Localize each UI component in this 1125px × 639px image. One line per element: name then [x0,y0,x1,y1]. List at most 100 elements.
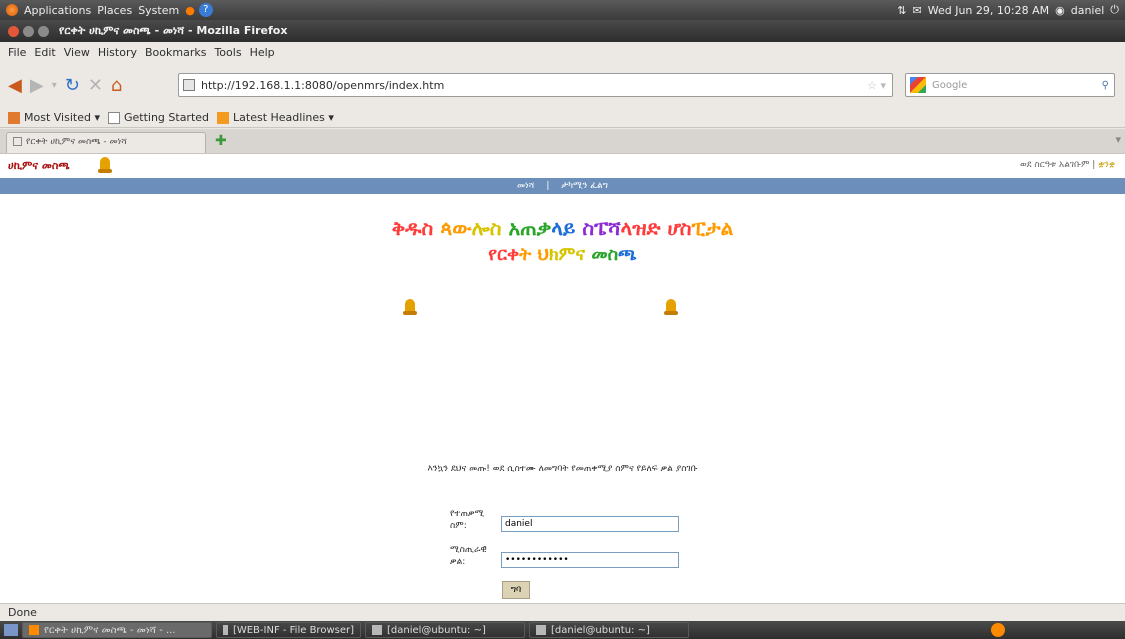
menu-applications[interactable]: Applications [24,4,91,17]
user-info: ወደ ስርዓቱ አልገቡም | ቋንቋ [1020,160,1115,170]
bookmark-most-visited[interactable]: Most Visited ▾ [8,111,100,124]
firefox-menubar: File Edit View History Bookmarks Tools H… [0,42,1125,62]
tab-strip: የርቀት ሀኪምና መስጫ - መነሻ ✚ ▾ [0,129,1125,153]
nav-separator: | [546,181,550,191]
login-button[interactable]: ግባ [502,581,530,599]
status-bar: Done [0,603,1125,621]
search-input[interactable]: Google ⚲ [905,73,1115,97]
back-arrow-icon[interactable]: ◀ [8,75,22,96]
forward-arrow-icon[interactable]: ▶ [30,75,44,96]
hero-glyph: ጫ [618,244,637,265]
new-tab-plus-icon[interactable]: ✚ [215,133,227,149]
status-text: Done [8,606,37,619]
taskbar-file-browser[interactable]: [WEB-INF - File Browser] [216,622,361,638]
hero-glyph: ና [575,244,586,265]
hero-glyph: ፒ [691,216,706,240]
gnome-top-panel: Applications Places System ● ? ⇅ ✉ Wed J… [0,0,1125,20]
tab-openmrs[interactable]: የርቀት ሀኪምና መስጫ - መነሻ [6,132,206,153]
terminal-task-icon [536,625,546,635]
language-link[interactable]: ቋንቋ [1098,160,1115,170]
bottom-taskbar: የርቀት ሀኪምና መስጫ - መነሻ - ... [WEB-INF - Fil… [0,621,1125,639]
taskbar-terminal-1[interactable]: [daniel@ubuntu: ~] [365,622,525,638]
menu-system[interactable]: System [138,4,179,17]
bookmark-label: Getting Started [123,111,210,124]
app-navbar: መነሻ | ታካሚን ፈልግ [0,178,1125,194]
tab-list-scroll-icon[interactable]: ▾ [1115,133,1121,146]
firefox-task-icon [29,625,39,635]
gnome-foot-icon[interactable] [6,4,18,16]
google-icon[interactable] [910,77,926,93]
hero-glyph: ቀ [507,244,520,265]
history-dropdown-icon[interactable]: ▾ [52,80,57,91]
url-bar[interactable]: http://192.168.1.1:8080/openmrs/index.ht… [178,73,893,97]
menu-view[interactable]: View [64,46,90,59]
system-name: የርቀት ህክምና መስጫ [0,244,1125,265]
hero-glyph: ም [558,244,576,265]
hero-glyph: ስ [582,216,595,240]
minimize-window-button[interactable] [23,25,34,37]
hero-glyph: ቅ [391,216,406,240]
help-icon[interactable]: ? [198,3,213,17]
password-field[interactable] [501,552,679,568]
hero-glyph: የ [488,244,498,265]
url-text[interactable]: http://192.168.1.1:8080/openmrs/index.ht… [201,79,444,92]
firefox-launcher-icon[interactable]: ● [185,4,195,17]
home-icon[interactable]: ⌂ [111,75,122,96]
firefox-tray-icon[interactable] [991,623,1005,637]
hero-title: ቅዱስ ጳውሎስ አጠቃላይ ስፔሻላዝድ ሆስፒታል የርቀት ህክምና መስ… [0,216,1125,265]
menu-places[interactable]: Places [97,4,132,17]
openmrs-bell-logo-icon [98,157,112,175]
power-icon[interactable]: ⏻ [1110,3,1119,17]
bookmark-label: Most Visited ▾ [24,111,100,124]
search-placeholder: Google [932,79,968,91]
hero-glyph: ስ [489,216,502,240]
app-logo[interactable]: ሀኪምና መስጫ [8,159,70,173]
bookmark-latest-headlines[interactable]: Latest Headlines ▾ [217,111,334,124]
user-icon: ◉ [1055,3,1065,17]
hero-glyph: ይ [563,216,576,240]
login-status: ወደ ስርዓቱ አልገቡም [1019,160,1090,170]
username-field[interactable] [501,516,679,532]
window-titlebar: የርቀት ሀኪምና መስጫ - መነሻ - Mozilla Firefox [0,20,1125,42]
hero-glyph: አ [508,216,521,240]
hero-glyph: ስ [679,216,692,240]
hero-glyph: ክ [548,244,559,265]
maximize-window-button[interactable] [38,25,49,37]
nav-find-patient[interactable]: ታካሚን ፈልግ [561,181,608,191]
menu-bookmarks[interactable]: Bookmarks [145,46,206,59]
tab-favicon-icon [13,137,22,146]
reload-icon[interactable]: ↻ [65,75,80,96]
show-desktop-icon[interactable] [4,624,18,636]
clock[interactable]: Wed Jun 29, 10:28 AM [928,4,1049,17]
task-label: የርቀት ሀኪምና መስጫ - መነሻ - ... [44,624,176,636]
taskbar-terminal-2[interactable]: [daniel@ubuntu: ~] [529,622,689,638]
password-label: ሚስጢራዊ ቃል: [450,545,487,567]
most-visited-icon [8,111,20,124]
user-link-separator: | [1092,160,1096,170]
hero-glyph: ው [452,216,472,240]
hero-glyph: መ [591,244,608,265]
task-label: [daniel@ubuntu: ~] [551,624,650,636]
username-label: የተጠቃሚ ስም: [450,509,485,531]
bookmark-star-icon[interactable]: ☆ ▾ [867,79,886,92]
menu-help[interactable]: Help [250,46,275,59]
menu-tools[interactable]: Tools [214,46,241,59]
bookmark-getting-started[interactable]: Getting Started [107,111,210,124]
nav-home[interactable]: መነሻ [517,181,534,191]
search-magnifier-icon[interactable]: ⚲ [1102,80,1109,91]
site-identity-icon[interactable] [183,79,195,91]
hospital-name: ቅዱስ ጳውሎስ አጠቃላይ ስፔሻላዝድ ሆስፒታል [0,216,1125,240]
panel-username[interactable]: daniel [1071,4,1105,17]
menu-history[interactable]: History [98,46,137,59]
menu-file[interactable]: File [8,46,26,59]
taskbar-firefox[interactable]: የርቀት ሀኪምና መስጫ - መነሻ - ... [22,622,212,638]
network-icon[interactable]: ⇅ [897,4,906,17]
menu-edit[interactable]: Edit [34,46,55,59]
task-label: [WEB-INF - File Browser] [232,624,354,636]
stop-icon[interactable]: ✕ [88,75,103,96]
bookmarks-toolbar: Most Visited ▾ Getting Started Latest He… [0,108,1125,128]
close-window-button[interactable] [8,25,19,37]
login-prompt: እንኳን ደህና መጡ! ወደ ሲስተሙ ለመግባት የመጠቀሚያ ስምና የይ… [427,464,698,474]
mail-icon[interactable]: ✉ [913,4,922,17]
window-title: የርቀት ሀኪምና መስጫ - መነሻ - Mozilla Firefox [59,24,288,37]
